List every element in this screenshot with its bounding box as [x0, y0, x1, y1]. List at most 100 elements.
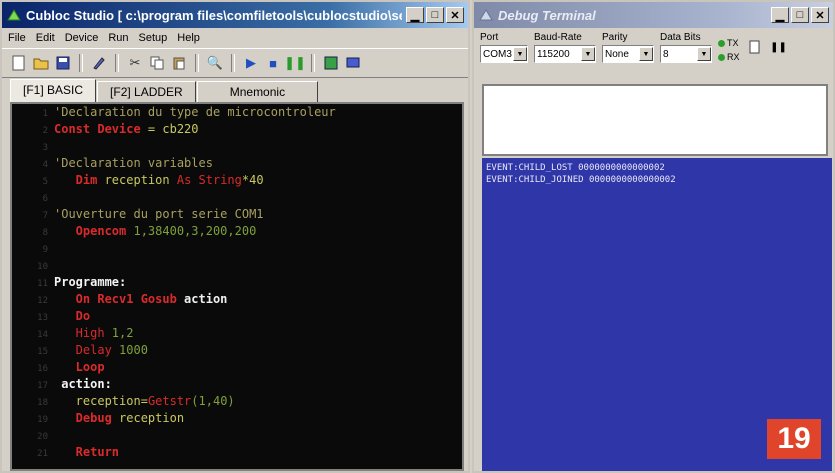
paste-icon[interactable]: [170, 54, 188, 72]
code-line[interactable]: 17 action:: [12, 376, 462, 393]
parity-select[interactable]: None ▼: [602, 45, 654, 63]
code-line[interactable]: 2 Const Device = cb220: [12, 121, 462, 138]
tab-basic[interactable]: [F1] BASIC: [10, 79, 97, 102]
new-file-icon[interactable]: [10, 54, 28, 72]
port-select[interactable]: COM3 ▼: [480, 45, 528, 63]
clear-page-icon[interactable]: [746, 38, 764, 56]
code-token: Return: [54, 445, 120, 459]
ladder-icon[interactable]: [322, 54, 340, 72]
databits-setting: Data Bits 8 ▼: [660, 32, 712, 74]
port-setting: Port COM3 ▼: [480, 32, 528, 74]
code-line[interactable]: 10: [12, 257, 462, 274]
chevron-down-icon[interactable]: ▼: [513, 47, 527, 61]
toolbar-separator: [195, 54, 199, 72]
code-line[interactable]: 21 Return: [12, 444, 462, 461]
maximize-button[interactable]: □: [426, 7, 444, 23]
baud-select[interactable]: 115200 ▼: [534, 45, 596, 63]
menu-file[interactable]: File: [8, 32, 26, 44]
code-line[interactable]: 3: [12, 138, 462, 155]
parity-label: Parity: [602, 32, 628, 43]
pause-icon[interactable]: ❚❚: [770, 38, 788, 56]
code-line[interactable]: 4 'Declaration variables: [12, 155, 462, 172]
pause-icon[interactable]: ❚❚: [284, 54, 306, 72]
code-line[interactable]: 7 'Ouverture du port serie COM1: [12, 206, 462, 223]
monitor-icon[interactable]: [344, 54, 362, 72]
code-token: On Recv1 Gosub: [54, 292, 177, 306]
received-line: EVENT:CHILD_JOINED 0000000000000002: [486, 175, 676, 185]
menu-edit[interactable]: Edit: [36, 32, 55, 44]
tx-led-icon: [718, 39, 725, 47]
terminal-close-button[interactable]: ✕: [811, 7, 829, 23]
parity-setting: Parity None ▼: [602, 32, 654, 74]
menu-help[interactable]: Help: [177, 32, 200, 44]
cubloc-app-icon: [6, 8, 22, 22]
code-line[interactable]: 6: [12, 189, 462, 206]
code-token: Opencom: [54, 224, 127, 238]
tab-ladder[interactable]: [F2] LADDER: [97, 81, 196, 102]
studio-titlebar[interactable]: Cubloc Studio [ c:\program files\comfile…: [2, 2, 468, 28]
code-line[interactable]: 13 Do: [12, 308, 462, 325]
code-line[interactable]: 18 reception=Getstr(1,40): [12, 393, 462, 410]
menu-run[interactable]: Run: [108, 32, 128, 44]
terminal-titlebar[interactable]: Debug Terminal ▁ □ ✕: [474, 2, 833, 28]
port-value: COM3: [483, 48, 512, 60]
terminal-settings: Port COM3 ▼ Baud-Rate 115200 ▼ Parity No…: [474, 28, 833, 74]
tab-mnemonic[interactable]: Mnemonic: [196, 81, 319, 102]
code-line[interactable]: 5 Dim reception As String*40: [12, 172, 462, 189]
menu-device[interactable]: Device: [65, 32, 99, 44]
copy-icon[interactable]: [148, 54, 166, 72]
chevron-down-icon[interactable]: ▼: [581, 47, 595, 61]
databits-value: 8: [663, 48, 669, 60]
code-line[interactable]: 14 High 1,2: [12, 325, 462, 342]
open-folder-icon[interactable]: [32, 54, 50, 72]
code-token: 1,2: [104, 326, 134, 340]
code-token: High: [54, 326, 105, 340]
minimize-button[interactable]: ▁: [406, 7, 424, 23]
code-token: reception: [111, 411, 185, 425]
baud-setting: Baud-Rate 115200 ▼: [534, 32, 596, 74]
received-line: EVENT:CHILD_LOST 0000000000000002: [486, 163, 665, 173]
chevron-down-icon[interactable]: ▼: [639, 47, 653, 61]
code-token: Do: [54, 309, 91, 323]
code-token: Loop: [54, 360, 105, 374]
code-token: 'Declaration variables: [54, 156, 213, 170]
menu-setup[interactable]: Setup: [139, 32, 168, 44]
code-token: 1,38400,3,200,200: [126, 224, 257, 238]
code-line[interactable]: 12 On Recv1 Gosub action: [12, 291, 462, 308]
cut-icon[interactable]: ✂: [126, 54, 144, 72]
save-icon[interactable]: [54, 54, 72, 72]
stop-icon[interactable]: ■: [264, 54, 282, 72]
close-button[interactable]: ✕: [446, 7, 464, 23]
terminal-title: Debug Terminal: [498, 7, 596, 23]
databits-label: Data Bits: [660, 32, 701, 43]
code-line[interactable]: 20: [12, 427, 462, 444]
terminal-maximize-button[interactable]: □: [791, 7, 809, 23]
terminal-minimize-button[interactable]: ▁: [771, 7, 789, 23]
code-line[interactable]: 11 Programme:: [12, 274, 462, 291]
figure-number-badge: 19: [767, 419, 821, 459]
code-token: =: [140, 394, 148, 408]
code-line[interactable]: 16 Loop: [12, 359, 462, 376]
code-line[interactable]: 15 Delay 1000: [12, 342, 462, 359]
code-token: Programme:: [54, 275, 127, 289]
run-icon[interactable]: ▶: [242, 54, 260, 72]
code-line[interactable]: 19 Debug reception: [12, 410, 462, 427]
code-token: Getstr: [147, 394, 192, 408]
databits-select[interactable]: 8 ▼: [660, 45, 712, 63]
rx-indicator: RX: [718, 52, 740, 62]
studio-title: Cubloc Studio [ c:\program files\comfile…: [26, 7, 402, 23]
parity-value: None: [605, 48, 629, 60]
code-editor[interactable]: 1 'Declaration du type de microcontroleur…: [10, 102, 464, 471]
code-line[interactable]: 9: [12, 240, 462, 257]
debug-terminal-window: Debug Terminal ▁ □ ✕ Port COM3 ▼ Baud-Ra…: [472, 0, 835, 473]
studio-menubar: File Edit Device Run Setup Help: [2, 28, 468, 48]
find-icon[interactable]: 🔍: [206, 54, 224, 72]
code-token: Const Device: [54, 122, 141, 136]
cubloc-studio-window: Cubloc Studio [ c:\program files\comfile…: [0, 0, 470, 473]
code-line[interactable]: 8 Opencom 1,38400,3,200,200: [12, 223, 462, 240]
chevron-down-icon[interactable]: ▼: [697, 47, 711, 61]
compile-icon[interactable]: [90, 54, 108, 72]
code-line[interactable]: 1 'Declaration du type de microcontroleur: [12, 104, 462, 121]
rx-label: RX: [727, 52, 740, 62]
send-text-area[interactable]: [482, 84, 828, 156]
